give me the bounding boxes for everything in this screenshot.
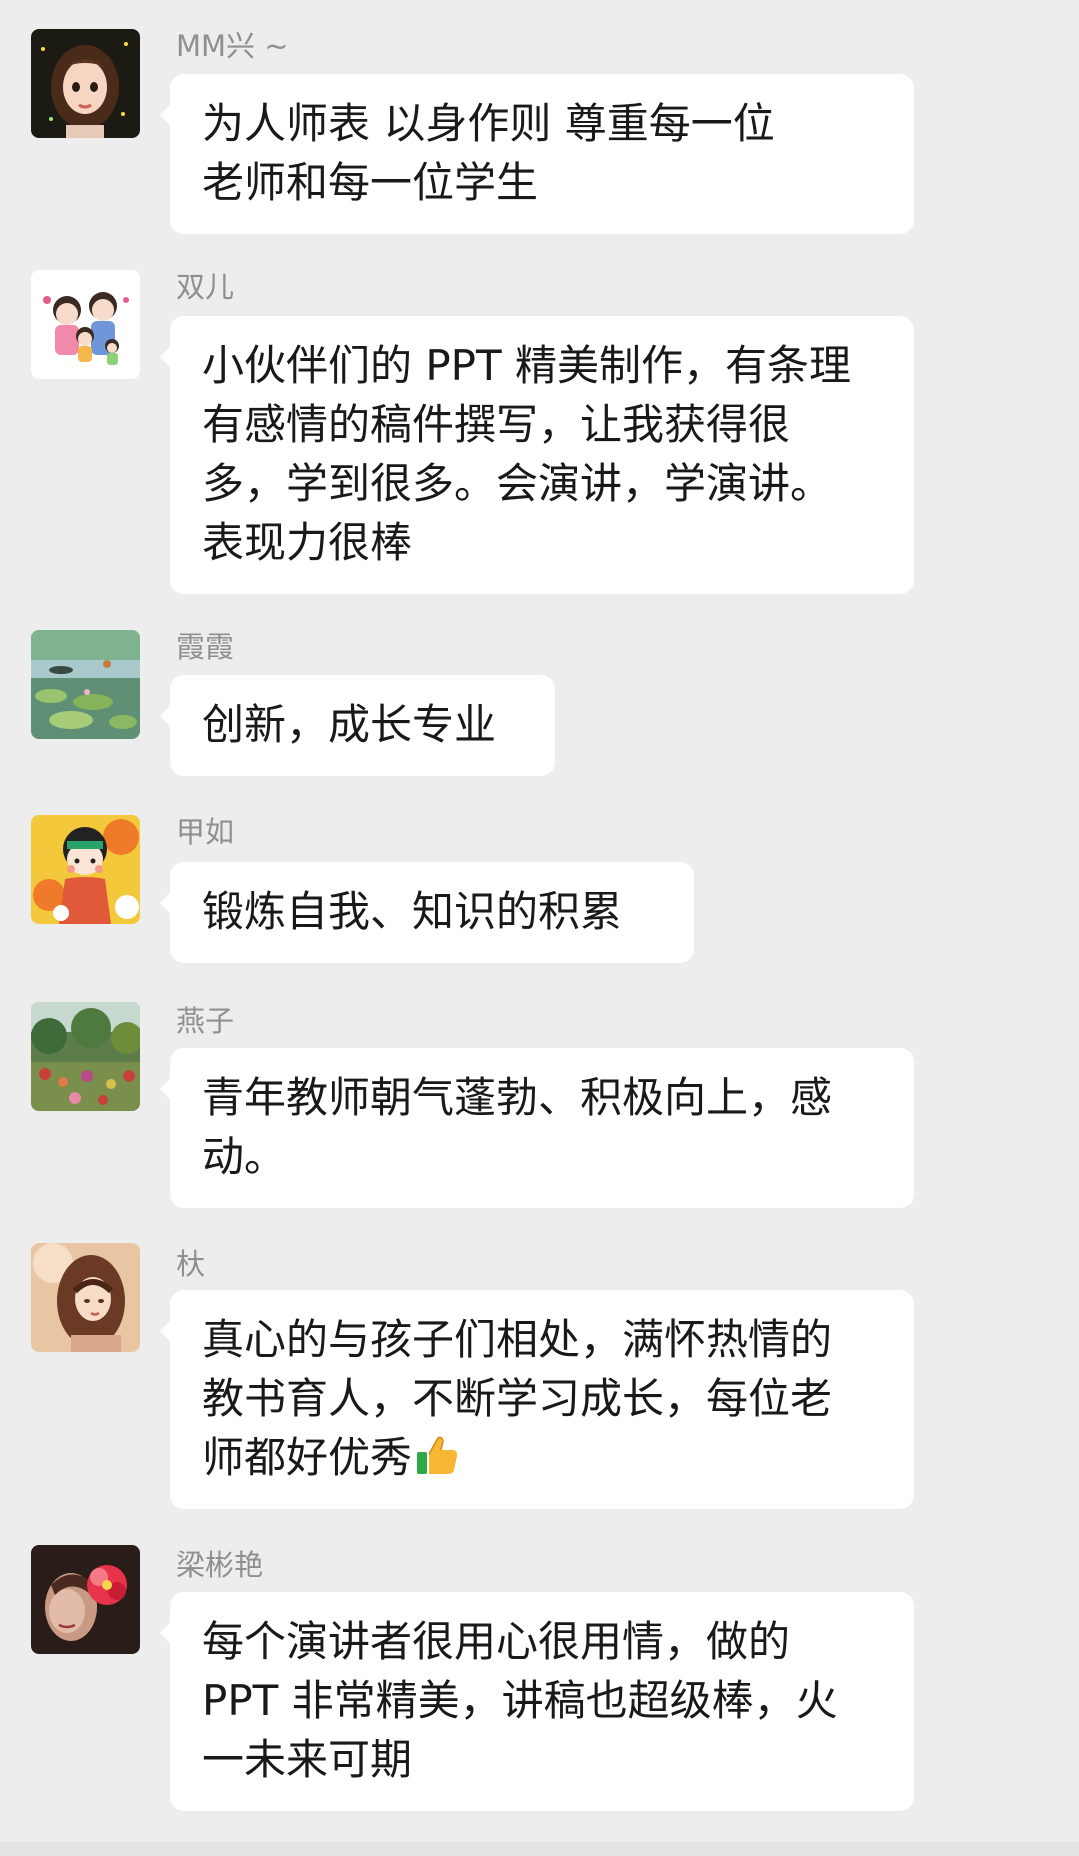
woman-flower-avatar[interactable] [31, 1545, 140, 1654]
sender-name: 甲如 [176, 815, 235, 849]
sender-name: 霞霞 [176, 630, 235, 664]
cartoon-child-flowers-avatar[interactable] [31, 815, 140, 924]
message-bubble[interactable]: 真心的与孩子们相处，满怀热情的 教书育人，不断学习成长，每位老 师都好优秀 [160, 1290, 914, 1509]
thumbs-up-icon [417, 1436, 458, 1474]
sender-name: 杕 [176, 1247, 206, 1281]
sender-name: MM兴 ~ [176, 29, 289, 63]
illustrated-girl-avatar[interactable] [31, 1243, 140, 1352]
message-text: 真心的与孩子们相处，满怀热情的 教书育人，不断学习成长，每位老 师都好优秀 [202, 1315, 833, 1482]
message-bubble[interactable]: 小伙伴们的 PPT 精美制作，有条理 有感情的稿件撰写，让我获得很 多，学到很多… [160, 316, 914, 594]
chat-view: MM兴 ~ 为人师表 以身作则 尊重每一位 老师和每一位学生 双儿 小伙伴们的 … [0, 0, 1079, 1856]
message-bubble[interactable]: 为人师表 以身作则 尊重每一位 老师和每一位学生 [160, 74, 914, 234]
cartoon-girl-avatar[interactable] [31, 29, 140, 138]
message-bubble[interactable]: 创新，成长专业 [160, 675, 555, 776]
garden-avatar[interactable] [31, 1002, 140, 1111]
lotus-pond-avatar[interactable] [31, 630, 140, 739]
sender-name: 梁彬艳 [176, 1548, 264, 1582]
bottom-edge [0, 1842, 1079, 1856]
cartoon-family-avatar[interactable] [31, 270, 140, 379]
sender-name: 燕子 [176, 1004, 235, 1038]
message-bubble[interactable]: 锻炼自我、知识的积累 [160, 862, 694, 963]
message-bubble[interactable]: 青年教师朝气蓬勃、积极向上，感 动。 [160, 1048, 914, 1208]
message-bubble[interactable]: 每个演讲者很用心很用情，做的 PPT 非常精美，讲稿也超级棒，火 一未来可期 [160, 1592, 914, 1811]
sender-name: 双儿 [176, 270, 235, 304]
